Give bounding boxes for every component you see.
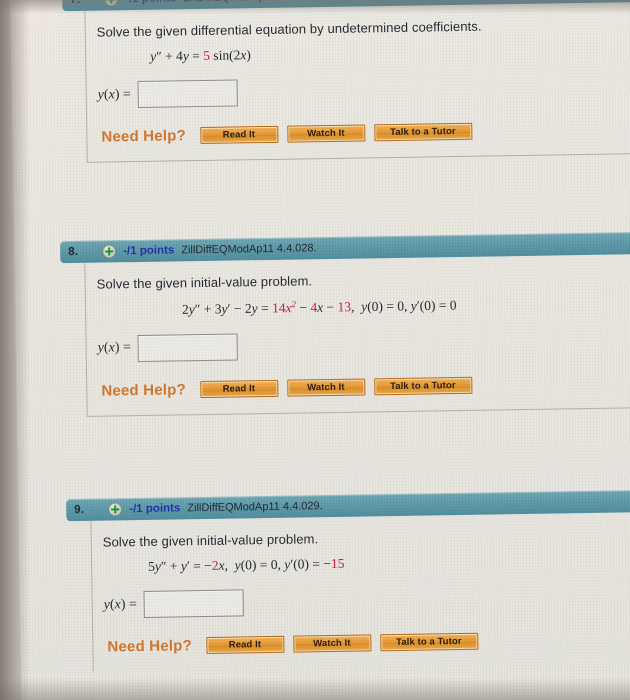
question-equation: 5y″ + y′ = −2x, y(0) = 0, y′(0) = −15 — [148, 555, 345, 574]
question-equation: 2y″ + 3y′ − 2y = 14x2 − 4x − 13, y(0) = … — [181, 297, 457, 317]
read-it-button[interactable]: Read It — [199, 379, 278, 398]
read-it-button[interactable]: Read It — [199, 125, 279, 145]
question-code: ZillDiffEQModAp11 4.4.028. — [181, 242, 317, 257]
need-help-row: Need Help? Read It Watch It Talk to a Tu… — [107, 630, 630, 656]
question-prompt: Solve the given initial-value problem. — [102, 531, 319, 550]
answer-label: y(x) = — [103, 596, 138, 613]
watch-it-button[interactable]: Watch It — [292, 634, 372, 653]
question-block-7: 7. -/1 points ZillDiffEQModAp11 4.4.013.… — [10, 0, 630, 164]
answer-row: y(x) = — [104, 583, 630, 619]
watch-it-button[interactable]: Watch It — [286, 377, 365, 397]
question-equation: y″ + 4y = 5 sin(2x) — [150, 47, 251, 64]
talk-to-a-tutor-button[interactable]: Talk to a Tutor — [373, 376, 472, 395]
watch-it-button[interactable]: Watch It — [286, 124, 366, 143]
plus-circle-icon[interactable] — [104, 0, 119, 7]
question-number: 9. — [74, 503, 85, 517]
read-it-button[interactable]: Read It — [205, 635, 285, 655]
question-code: ZillDiffEQModAp11 4.4.013. — [183, 0, 319, 4]
screenshot-root: 7. -/1 points ZillDiffEQModAp11 4.4.013.… — [0, 0, 630, 700]
question-code: ZillDiffEQModAp11 4.4.029. — [187, 500, 323, 515]
need-help-label: Need Help? — [101, 127, 187, 146]
plus-circle-icon[interactable] — [102, 244, 117, 259]
need-help-row: Need Help? Read It Watch It Talk to a Tu… — [101, 373, 630, 399]
answer-label: y(x) = — [97, 86, 132, 103]
answer-input[interactable] — [137, 79, 239, 109]
question-number: 8. — [68, 245, 79, 259]
question-points: -/1 points — [129, 502, 181, 516]
need-help-label: Need Help? — [107, 637, 193, 656]
question-prompt: Solve the given differential equation by… — [96, 18, 482, 40]
answer-input[interactable] — [137, 332, 239, 362]
talk-to-a-tutor-button[interactable]: Talk to a Tutor — [379, 632, 478, 652]
assignment-page: 7. -/1 points ZillDiffEQModAp11 4.4.013.… — [10, 0, 630, 700]
question-block-9: 9. -/1 points ZillDiffEQModAp11 4.4.029.… — [18, 489, 630, 673]
need-help-row: Need Help? Read It Watch It Talk to a Tu… — [101, 120, 630, 146]
plus-circle-icon[interactable] — [108, 502, 123, 517]
question-body-7: Solve the given differential equation by… — [84, 1, 630, 163]
answer-input[interactable] — [143, 589, 245, 618]
answer-row: y(x) = — [97, 326, 630, 362]
need-help-label: Need Help? — [101, 380, 187, 400]
question-prompt: Solve the given initial-value problem. — [96, 273, 313, 292]
question-body-9: Solve the given initial-value problem. 5… — [90, 511, 630, 672]
talk-to-a-tutor-button[interactable]: Talk to a Tutor — [373, 122, 472, 142]
question-points: -/1 points — [123, 244, 175, 258]
answer-label: y(x) = — [97, 340, 131, 356]
question-points: -/1 points — [125, 0, 176, 5]
question-block-8: 8. -/1 points ZillDiffEQModAp11 4.4.028.… — [14, 231, 630, 418]
answer-row: y(x) = — [98, 73, 630, 109]
question-body-8: Solve the given initial-value problem. 2… — [84, 253, 630, 417]
question-number: 7. — [62, 0, 104, 6]
